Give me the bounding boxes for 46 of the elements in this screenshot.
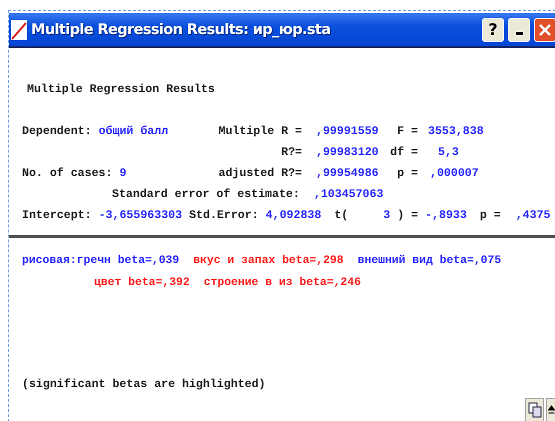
stat-value: ,99991559 [315, 124, 380, 140]
stat-label: F = [396, 124, 418, 140]
close-icon [538, 22, 552, 36]
beta-value: вкус и запах beta=,298 [193, 254, 344, 269]
stat-value: 5,3 [437, 145, 460, 161]
copy-button[interactable] [525, 398, 544, 421]
stat-value: 9 [119, 166, 126, 182]
results-heading: Multiple Regression Results [27, 82, 216, 98]
copy-icon [528, 402, 542, 418]
stat-value: -,8933 [425, 208, 467, 224]
minimize-button[interactable] [508, 18, 530, 42]
minimize-icon [516, 32, 522, 35]
app-icon [11, 20, 27, 40]
stat-value: 4,092838 [266, 208, 322, 224]
stat-value: общий балл [98, 124, 168, 140]
stat-label: R?= [280, 145, 302, 161]
expand-button[interactable] [546, 398, 555, 421]
stat-value: 3553,838 [427, 124, 485, 140]
stat-value: 3 [382, 208, 390, 224]
stat-label: df = [389, 145, 418, 161]
stat-label: p = [478, 208, 501, 224]
stat-value: ,103457063 [314, 187, 384, 203]
up-arrow-icon [548, 405, 554, 415]
close-button[interactable] [534, 18, 555, 42]
stat-value: -3,655963303 [98, 208, 182, 224]
stat-label: Std.Error: [189, 208, 259, 224]
stat-value: ,4375 [514, 208, 551, 224]
stat-label: adjusted R?= [218, 166, 302, 182]
stat-label: Multiple R = [218, 124, 302, 140]
stat-value: ,99983120 [315, 145, 380, 161]
window-title: Multiple Regression Results: ир_юр.sta [31, 22, 332, 38]
stat-label: No. of cases: [22, 166, 112, 182]
beta-value: внешний вид beta=,075 [358, 254, 502, 269]
stat-label: p = [396, 166, 418, 182]
help-button[interactable]: ? [482, 18, 504, 42]
beta-value: строение в из beta=,246 [204, 276, 361, 291]
stat-label: ) = [397, 208, 418, 224]
stat-label: t( [333, 208, 348, 224]
stat-label: Intercept: [22, 208, 92, 224]
stat-label: Dependent: [22, 124, 92, 140]
stat-label: Standard error of estimate: [112, 187, 300, 203]
beta-value: рисовая:гречн beta=,039 [22, 254, 180, 269]
stat-value: ,000007 [429, 166, 480, 182]
footnote: (significant betas are highlighted) [21, 377, 267, 391]
stat-value: ,99954986 [315, 166, 380, 182]
beta-value: цвет beta=,392 [94, 276, 190, 291]
